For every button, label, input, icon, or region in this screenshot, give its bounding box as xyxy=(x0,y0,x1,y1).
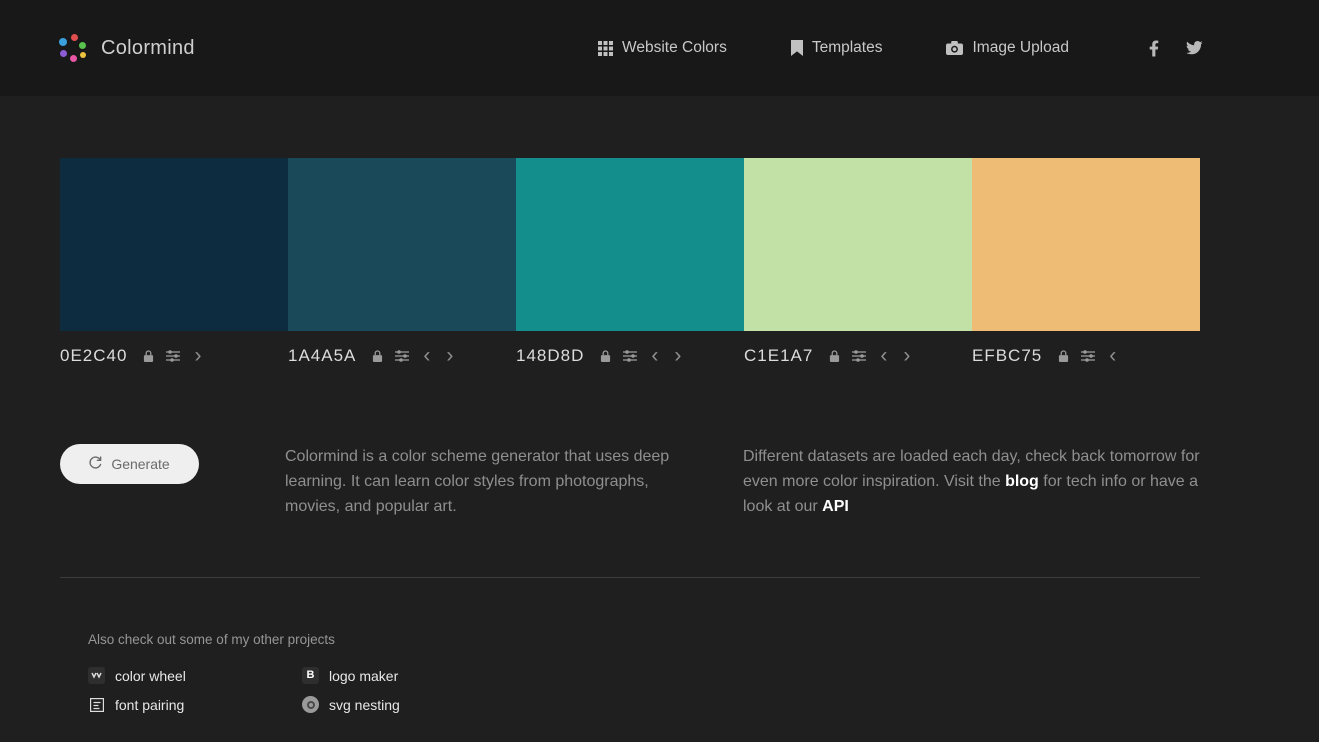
color-swatch-1[interactable] xyxy=(60,158,288,331)
color-palette xyxy=(60,158,1200,331)
chevron-right-icon[interactable]: › xyxy=(672,345,683,366)
grid-icon xyxy=(598,40,614,56)
sliders-icon[interactable] xyxy=(1081,350,1096,362)
swatch-controls-1: 0E2C40 › xyxy=(60,345,288,366)
generate-label: Generate xyxy=(111,456,170,472)
generate-button[interactable]: Generate xyxy=(60,444,199,484)
nav-website-colors[interactable]: Website Colors xyxy=(598,39,727,57)
twitter-icon[interactable] xyxy=(1185,40,1203,56)
nav-templates[interactable]: Templates xyxy=(790,39,883,57)
other-projects: color wheel B logo maker font pairing sv… xyxy=(88,667,400,713)
project-label: font pairing xyxy=(115,696,185,713)
hex-code[interactable]: 0E2C40 xyxy=(60,346,127,366)
nav-label: Image Upload xyxy=(972,39,1069,56)
chevron-left-icon[interactable]: ‹ xyxy=(1107,345,1118,366)
lock-icon[interactable] xyxy=(829,349,840,363)
color-swatch-5[interactable] xyxy=(972,158,1200,331)
link-logo-maker[interactable]: B logo maker xyxy=(302,667,400,684)
hex-code[interactable]: EFBC75 xyxy=(972,346,1042,366)
facebook-icon[interactable] xyxy=(1149,40,1159,57)
link-font-pairing[interactable]: font pairing xyxy=(88,696,302,713)
lock-icon[interactable] xyxy=(600,349,611,363)
lock-icon[interactable] xyxy=(372,349,383,363)
chevron-right-icon[interactable]: › xyxy=(192,345,203,366)
sliders-icon[interactable] xyxy=(852,350,867,362)
chevron-right-icon[interactable]: › xyxy=(444,345,455,366)
color-wheel-icon xyxy=(88,667,105,684)
nav-label: Templates xyxy=(811,39,883,56)
link-svg-nesting[interactable]: svg nesting xyxy=(302,696,400,713)
api-link[interactable]: API xyxy=(822,498,849,515)
social-links xyxy=(1149,40,1203,57)
colormind-dots-icon xyxy=(57,33,87,63)
project-label: color wheel xyxy=(115,667,186,684)
color-swatch-2[interactable] xyxy=(288,158,516,331)
palette-controls: 0E2C40 › 1A4A5A ‹ › 148D8D ‹ › C1E1A7 ‹ … xyxy=(60,345,1200,366)
project-label: logo maker xyxy=(329,667,399,684)
color-swatch-4[interactable] xyxy=(744,158,972,331)
brand-logo[interactable]: Colormind xyxy=(57,33,195,63)
project-label: svg nesting xyxy=(329,696,400,713)
sliders-icon[interactable] xyxy=(166,350,181,362)
chevron-right-icon[interactable]: › xyxy=(901,345,912,366)
chevron-left-icon[interactable]: ‹ xyxy=(421,345,432,366)
swatch-controls-3: 148D8D ‹ › xyxy=(516,345,744,366)
link-color-wheel[interactable]: color wheel xyxy=(88,667,302,684)
hex-code[interactable]: 1A4A5A xyxy=(288,346,356,366)
hex-code[interactable]: C1E1A7 xyxy=(744,346,813,366)
camera-icon xyxy=(946,41,964,55)
brand-name: Colormind xyxy=(101,36,195,59)
nav-label: Website Colors xyxy=(622,39,727,56)
refresh-icon xyxy=(89,456,102,472)
about-text: Colormind is a color scheme generator th… xyxy=(285,448,670,515)
lock-icon[interactable] xyxy=(143,349,154,363)
bookmark-icon xyxy=(790,40,803,56)
font-pairing-icon xyxy=(88,696,105,713)
lock-icon[interactable] xyxy=(1058,349,1069,363)
chevron-left-icon[interactable]: ‹ xyxy=(649,345,660,366)
color-swatch-3[interactable] xyxy=(516,158,744,331)
hex-code[interactable]: 148D8D xyxy=(516,346,584,366)
swatch-controls-4: C1E1A7 ‹ › xyxy=(744,345,972,366)
sliders-icon[interactable] xyxy=(395,350,410,362)
svg-nesting-icon xyxy=(302,696,319,713)
datasets-text: Different datasets are loaded each day, … xyxy=(743,444,1200,519)
chevron-left-icon[interactable]: ‹ xyxy=(878,345,889,366)
main-nav: Website Colors Templates Image Upload xyxy=(598,39,1069,57)
swatch-controls-5: EFBC75 ‹ xyxy=(972,345,1200,366)
footer-heading: Also check out some of my other projects xyxy=(88,632,335,647)
divider xyxy=(60,577,1200,578)
header: Colormind Website Colors Templates Image… xyxy=(0,0,1319,96)
sliders-icon[interactable] xyxy=(623,350,638,362)
swatch-controls-2: 1A4A5A ‹ › xyxy=(288,345,516,366)
blog-link[interactable]: blog xyxy=(1005,473,1039,490)
info-row: Generate Colormind is a color scheme gen… xyxy=(60,444,1200,519)
logo-maker-glyph: B xyxy=(306,669,315,681)
nav-image-upload[interactable]: Image Upload xyxy=(946,39,1069,57)
logo-maker-icon: B xyxy=(302,667,319,684)
main-content: 0E2C40 › 1A4A5A ‹ › 148D8D ‹ › C1E1A7 ‹ … xyxy=(60,158,1200,713)
